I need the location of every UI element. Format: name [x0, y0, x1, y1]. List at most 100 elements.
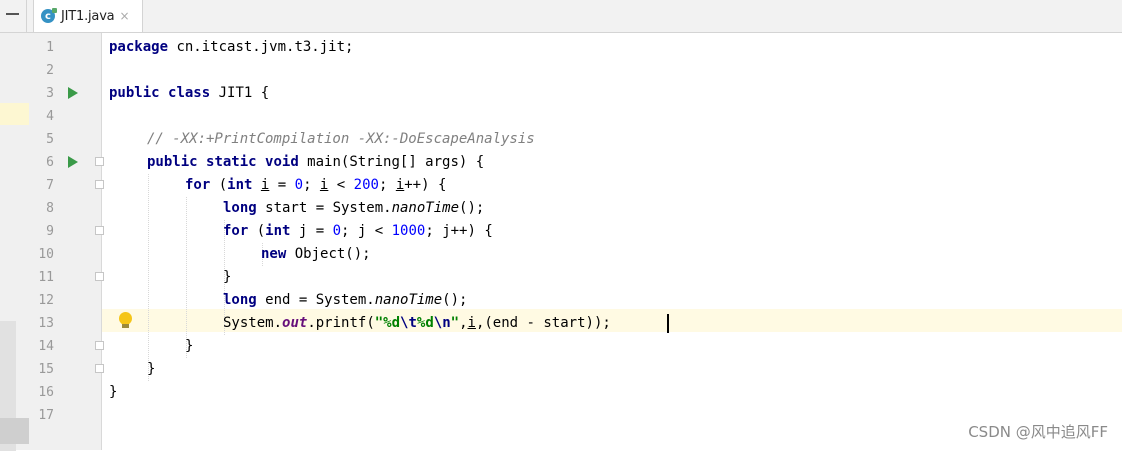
line-number: 5: [46, 132, 54, 147]
line-number: 13: [38, 316, 54, 331]
number-literal: 0: [294, 177, 304, 193]
line-number: 8: [46, 201, 54, 216]
code-text: main(String[] args) {: [298, 154, 485, 170]
method-call: nanoTime: [391, 200, 460, 216]
code-line-5: // -XX:+PrintCompilation -XX:-DoEscapeAn…: [109, 128, 535, 151]
tab-jit1-java[interactable]: c JIT1.java ×: [33, 0, 143, 32]
code-text: j =: [290, 223, 333, 239]
code-text: =: [269, 177, 295, 193]
variable: i: [395, 177, 405, 193]
code-text: cn.itcast.jvm.t3.jit;: [168, 39, 354, 55]
line-number: 11: [38, 270, 54, 285]
java-class-icon: c: [41, 8, 57, 23]
lightbulb-icon[interactable]: [119, 312, 132, 328]
method-call: nanoTime: [374, 292, 443, 308]
editor-tab-bar: c JIT1.java ×: [0, 0, 1122, 33]
keyword: class: [168, 85, 211, 101]
line-number: 6: [46, 155, 54, 170]
code-text: (: [248, 223, 266, 239]
keyword: void: [265, 154, 299, 170]
escape-sequence: \t: [400, 315, 417, 331]
keyword: public: [109, 85, 160, 101]
editor-gutter: 1 2 3 4 5 6 7 8 9 10 11 12 13 14 15 16 1…: [29, 33, 104, 450]
line-number: 16: [38, 385, 54, 400]
code-text: ;: [303, 177, 320, 193]
code-text: <: [328, 177, 354, 193]
run-main-icon[interactable]: [68, 156, 78, 168]
line-number: 14: [38, 339, 54, 354]
close-icon[interactable]: ×: [119, 9, 129, 23]
code-text: ; j <: [341, 223, 392, 239]
line-number: 7: [46, 178, 54, 193]
code-line-10: new Object();: [109, 243, 371, 266]
keyword: static: [206, 154, 257, 170]
text-caret: [667, 314, 669, 333]
code-text: System.: [223, 315, 283, 331]
number-literal: 200: [353, 177, 379, 193]
code-line-3: public class JIT1 {: [109, 82, 269, 105]
code-text: }: [147, 361, 156, 377]
string-literal: %d: [416, 315, 434, 331]
number-literal: 0: [332, 223, 342, 239]
code-text: }: [185, 338, 194, 354]
keyword: package: [109, 39, 169, 55]
line-number: 2: [46, 63, 54, 78]
code-text: JIT1 {: [210, 85, 270, 101]
string-literal: ": [450, 315, 460, 331]
static-field: out: [282, 315, 308, 331]
line-number: 4: [46, 109, 54, 124]
minimize-icon: [6, 13, 19, 15]
code-line-14: }: [109, 335, 193, 358]
keyword: long: [223, 200, 257, 216]
watermark: CSDN @风中追风FF: [968, 423, 1108, 441]
code-text: start = System.: [256, 200, 392, 216]
string-literal: "%d: [374, 315, 401, 331]
code-line-1: package cn.itcast.jvm.t3.jit;: [109, 36, 353, 59]
run-class-icon[interactable]: [68, 87, 78, 99]
code-line-8: long start = System.nanoTime();: [109, 197, 484, 220]
code-text: (: [210, 177, 228, 193]
tab-title: JIT1.java: [61, 8, 115, 24]
keyword: for: [185, 177, 211, 193]
code-line-11: }: [109, 266, 231, 289]
left-tool-strip: [0, 33, 29, 451]
line-number: 1: [46, 40, 54, 55]
line-number: 15: [38, 362, 54, 377]
comment-text: // -XX:+PrintCompilation -XX:-DoEscapeAn…: [147, 131, 535, 147]
line-number: 10: [38, 247, 54, 262]
code-line-15: }: [109, 358, 155, 381]
escape-sequence: \n: [433, 315, 451, 331]
variable: i: [467, 315, 476, 331]
code-line-16: }: [109, 381, 117, 404]
code-line-7: for (int i = 0; i < 200; i++) {: [109, 174, 446, 197]
code-text: ; j++) {: [425, 223, 493, 239]
strip-highlight: [0, 103, 29, 125]
code-text: ();: [442, 292, 468, 308]
code-text: ,: [459, 315, 468, 331]
code-line-12: long end = System.nanoTime();: [109, 289, 467, 312]
code-text: ++) {: [404, 177, 447, 193]
number-literal: 1000: [391, 223, 426, 239]
code-text: ;: [378, 177, 396, 193]
keyword: int: [265, 223, 291, 239]
left-scrollbar-thumb[interactable]: [0, 418, 29, 444]
keyword: public: [147, 154, 198, 170]
code-text: ,(end - start));: [475, 315, 611, 331]
line-number: 17: [38, 408, 54, 423]
code-editor[interactable]: package cn.itcast.jvm.t3.jit; public cla…: [102, 33, 1122, 450]
keyword: int: [227, 177, 253, 193]
line-number: 9: [46, 224, 54, 239]
code-text: }: [109, 384, 118, 400]
line-number: 12: [38, 293, 54, 308]
code-text: }: [223, 269, 232, 285]
minimize-button[interactable]: [0, 0, 27, 32]
keyword: long: [223, 292, 257, 308]
code-line-9: for (int j = 0; j < 1000; j++) {: [109, 220, 493, 243]
code-line-13: System.out.printf("%d\t%d\n",i,(end - st…: [109, 312, 611, 335]
code-text: end = System.: [256, 292, 375, 308]
keyword: for: [223, 223, 249, 239]
code-line-6: public static void main(String[] args) {: [109, 151, 484, 174]
code-text: Object();: [286, 246, 371, 262]
code-text: ();: [459, 200, 485, 216]
line-number: 3: [46, 86, 54, 101]
